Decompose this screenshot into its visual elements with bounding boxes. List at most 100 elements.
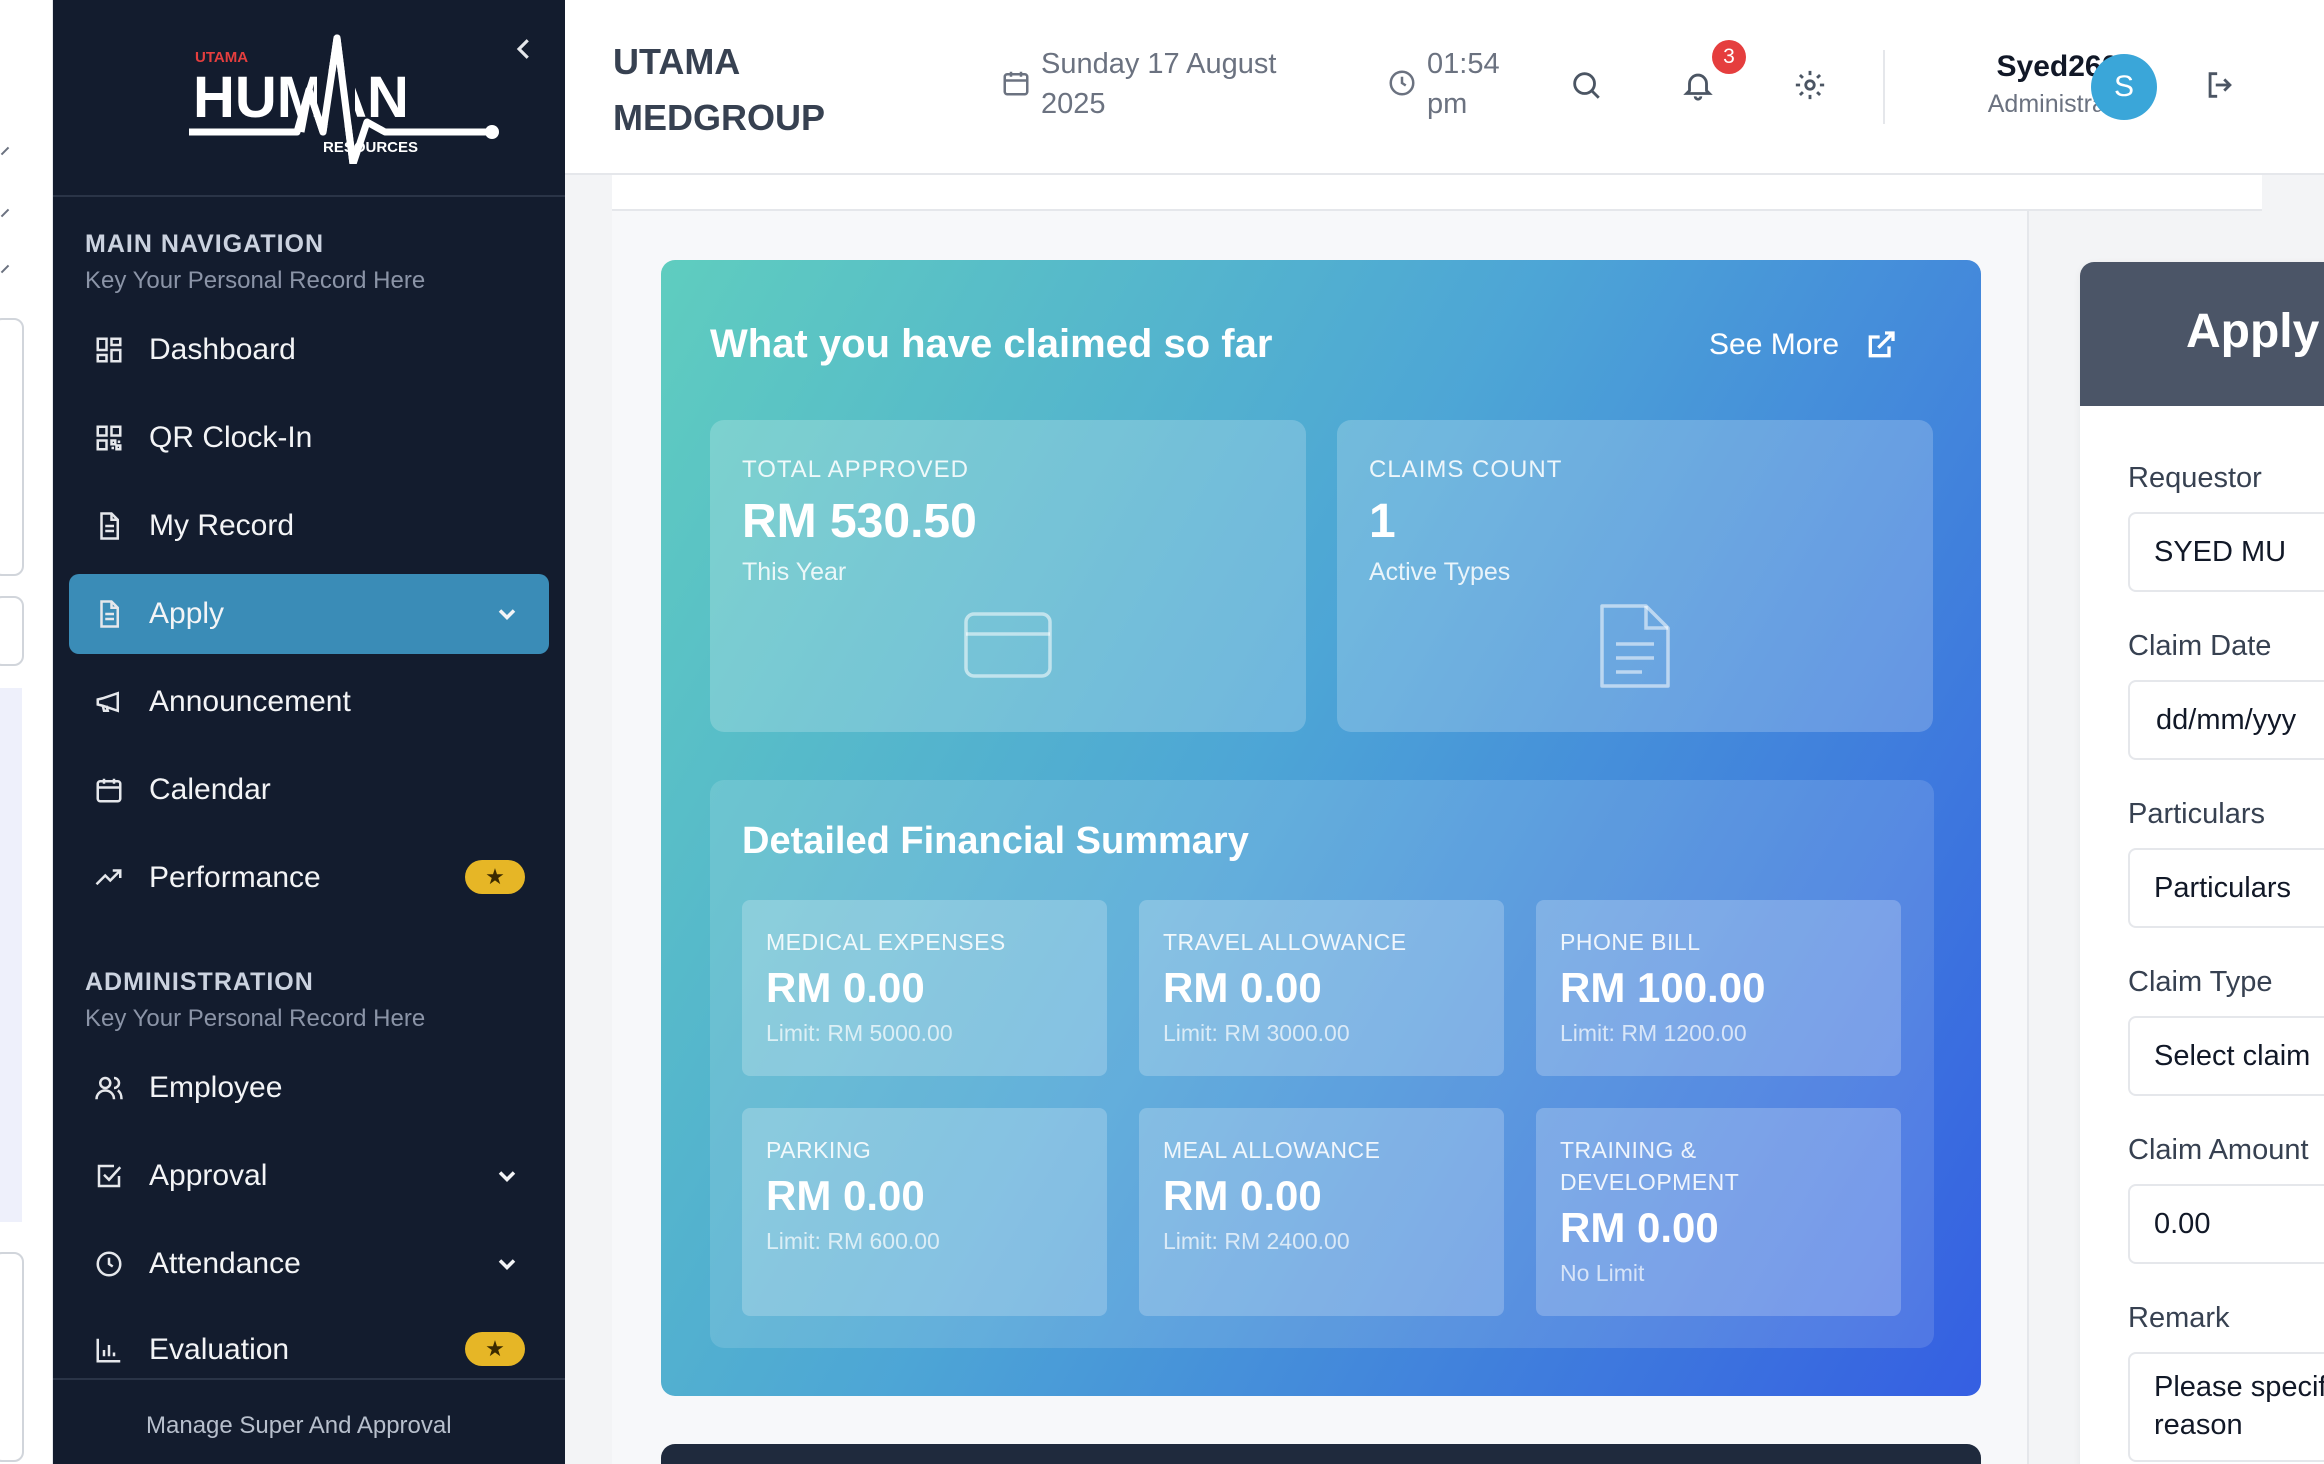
gear-icon xyxy=(1795,70,1825,100)
remark-label: Remark xyxy=(2128,1302,2230,1334)
sidebar-item-label: QR Clock-In xyxy=(149,421,313,454)
tile-limit: Limit: RM 5000.00 xyxy=(766,1020,953,1046)
dashboard-icon xyxy=(93,334,125,366)
sidebar-item-my-record[interactable]: My Record xyxy=(69,486,549,566)
summary-tile-medical: MEDICAL EXPENSES RM 0.00 Limit: RM 5000.… xyxy=(742,900,1107,1076)
claim-date-input[interactable]: dd/mm/yyy xyxy=(2128,680,2324,760)
chevron-down-icon xyxy=(493,1250,521,1278)
section-title: MAIN NAVIGATION xyxy=(85,230,325,258)
search-icon xyxy=(1573,72,1600,99)
apply-form-panel: Apply Requestor SYED MU Claim Date dd/mm… xyxy=(2080,262,2324,1464)
file-text-icon xyxy=(1596,600,1674,697)
notification-badge: 3 xyxy=(1712,40,1746,74)
tile-value: RM 100.00 xyxy=(1560,964,1766,1011)
total-approved-card: TOTAL APPROVED RM 530.50 This Year xyxy=(710,420,1306,732)
apply-form-title: Apply xyxy=(2186,305,2320,358)
sidebar-item-qr-clock-in[interactable]: QR Clock-In xyxy=(69,398,549,478)
section-subtitle: Key Your Personal Record Here xyxy=(85,267,426,294)
logout-button[interactable] xyxy=(2203,68,2239,104)
utama-human-logo: UTAMA HUMAN RESOURCES xyxy=(189,34,499,164)
check-square-icon xyxy=(93,1160,125,1192)
notifications-button[interactable] xyxy=(1681,68,1717,104)
section-title: ADMINISTRATION xyxy=(85,968,314,996)
tile-limit: Limit: RM 2400.00 xyxy=(1163,1228,1350,1254)
calendar-icon xyxy=(93,774,125,806)
summary-tile-meal: MEAL ALLOWANCE RM 0.00 Limit: RM 2400.00 xyxy=(1139,1108,1504,1316)
tile-value: RM 0.00 xyxy=(1163,1172,1322,1219)
see-more-link[interactable]: See More xyxy=(1709,328,1897,362)
calendar-icon xyxy=(1003,71,1029,96)
chevron-left-icon xyxy=(516,39,529,59)
star-badge: ★ xyxy=(465,1332,525,1366)
search-button[interactable] xyxy=(1569,68,1605,104)
claims-card-title: What you have claimed so far xyxy=(710,322,1273,366)
sidebar-item-announcement[interactable]: Announcement xyxy=(69,662,549,742)
sidebar-item-dashboard[interactable]: Dashboard xyxy=(69,310,549,390)
claims-count-card: CLAIMS COUNT 1 Active Types xyxy=(1337,420,1933,732)
edge-mark xyxy=(0,146,10,156)
particulars-label: Particulars xyxy=(2128,798,2265,830)
header-divider xyxy=(1883,50,1885,124)
chevron-down-icon xyxy=(493,1162,521,1190)
document-icon xyxy=(93,510,125,542)
claim-amount-input[interactable]: 0.00 xyxy=(2128,1184,2324,1264)
sidebar-item-performance[interactable]: Performance ★ xyxy=(69,838,549,918)
claim-amount-label: Claim Amount xyxy=(2128,1134,2309,1166)
sidebar-item-calendar[interactable]: Calendar xyxy=(69,750,549,830)
sidebar-item-approval[interactable]: Approval xyxy=(69,1136,549,1216)
tile-limit: Limit: RM 600.00 xyxy=(766,1228,940,1254)
background-window-edge xyxy=(0,0,53,1464)
sidebar-item-label: Calendar xyxy=(149,773,271,806)
svg-text:UTAMA: UTAMA xyxy=(195,49,248,66)
sidebar-item-attendance[interactable]: Attendance xyxy=(69,1224,549,1304)
content-top-strip xyxy=(612,175,2262,211)
settings-button[interactable] xyxy=(1793,68,1829,104)
sidebar-item-employee[interactable]: Employee xyxy=(69,1048,549,1128)
section-subtitle: Key Your Personal Record Here xyxy=(85,1005,426,1032)
requestor-label: Requestor xyxy=(2128,462,2262,494)
sidebar-item-label: Announcement xyxy=(149,685,351,718)
sidebar-item-apply[interactable]: Apply xyxy=(69,574,549,654)
claim-type-label: Claim Type xyxy=(2128,966,2273,998)
credit-card-icon xyxy=(962,610,1054,685)
stat-subtext: This Year xyxy=(742,558,847,586)
top-bar: UTAMA MEDGROUP Sunday 17 August 2025 01:… xyxy=(565,0,2324,175)
stat-label: TOTAL APPROVED xyxy=(742,456,969,483)
claims-summary-card: What you have claimed so far See More TO… xyxy=(661,260,1981,1396)
document-icon xyxy=(93,598,125,630)
stat-value: RM 530.50 xyxy=(742,495,977,548)
edge-tint xyxy=(0,688,22,1222)
tile-label: TRAVEL ALLOWANCE xyxy=(1163,929,1407,955)
summary-tile-travel: TRAVEL ALLOWANCE RM 0.00 Limit: RM 3000.… xyxy=(1139,900,1504,1076)
bell-icon xyxy=(1683,73,1713,101)
tile-value: RM 0.00 xyxy=(1163,964,1322,1011)
clock-icon xyxy=(93,1248,125,1280)
requestor-field[interactable]: SYED MU xyxy=(2128,512,2324,592)
edge-mark xyxy=(0,264,10,274)
see-more-label: See More xyxy=(1709,328,1840,361)
particulars-input[interactable]: Particulars xyxy=(2128,848,2324,928)
sidebar-item-label: Approval xyxy=(149,1159,268,1192)
remark-textarea[interactable]: Please specify reason xyxy=(2128,1352,2324,1462)
logo-area: UTAMA HUMAN RESOURCES xyxy=(53,0,565,197)
sidebar-item-label: Performance xyxy=(149,861,321,894)
collapse-sidebar-button[interactable] xyxy=(509,34,539,64)
current-date: Sunday 17 August 2025 xyxy=(1001,44,1301,124)
external-link-icon xyxy=(1868,331,1895,358)
sidebar-footer: Manage Super And Approval xyxy=(53,1378,565,1464)
tile-limit: Limit: RM 1200.00 xyxy=(1560,1020,1747,1046)
apply-form-header: Apply xyxy=(2080,262,2324,406)
current-time: 01:54 pm xyxy=(1387,44,1517,124)
tile-label: MEDICAL EXPENSES xyxy=(766,929,1006,955)
tile-limit: Limit: RM 3000.00 xyxy=(1163,1020,1350,1046)
summary-tile-parking: PARKING RM 0.00 Limit: RM 600.00 xyxy=(742,1108,1107,1316)
tile-label: MEAL ALLOWANCE xyxy=(1163,1137,1381,1163)
sidebar-item-label: Attendance xyxy=(149,1247,301,1280)
star-badge: ★ xyxy=(465,860,525,894)
claim-type-select[interactable]: Select claim xyxy=(2128,1016,2324,1096)
financial-summary-panel: Detailed Financial Summary MEDICAL EXPEN… xyxy=(710,780,1934,1348)
bar-chart-icon xyxy=(93,1334,125,1366)
avatar[interactable]: S xyxy=(2091,54,2157,120)
edge-box xyxy=(0,318,24,576)
footer-link-manage-super[interactable]: Manage Super And Approval xyxy=(146,1412,452,1440)
